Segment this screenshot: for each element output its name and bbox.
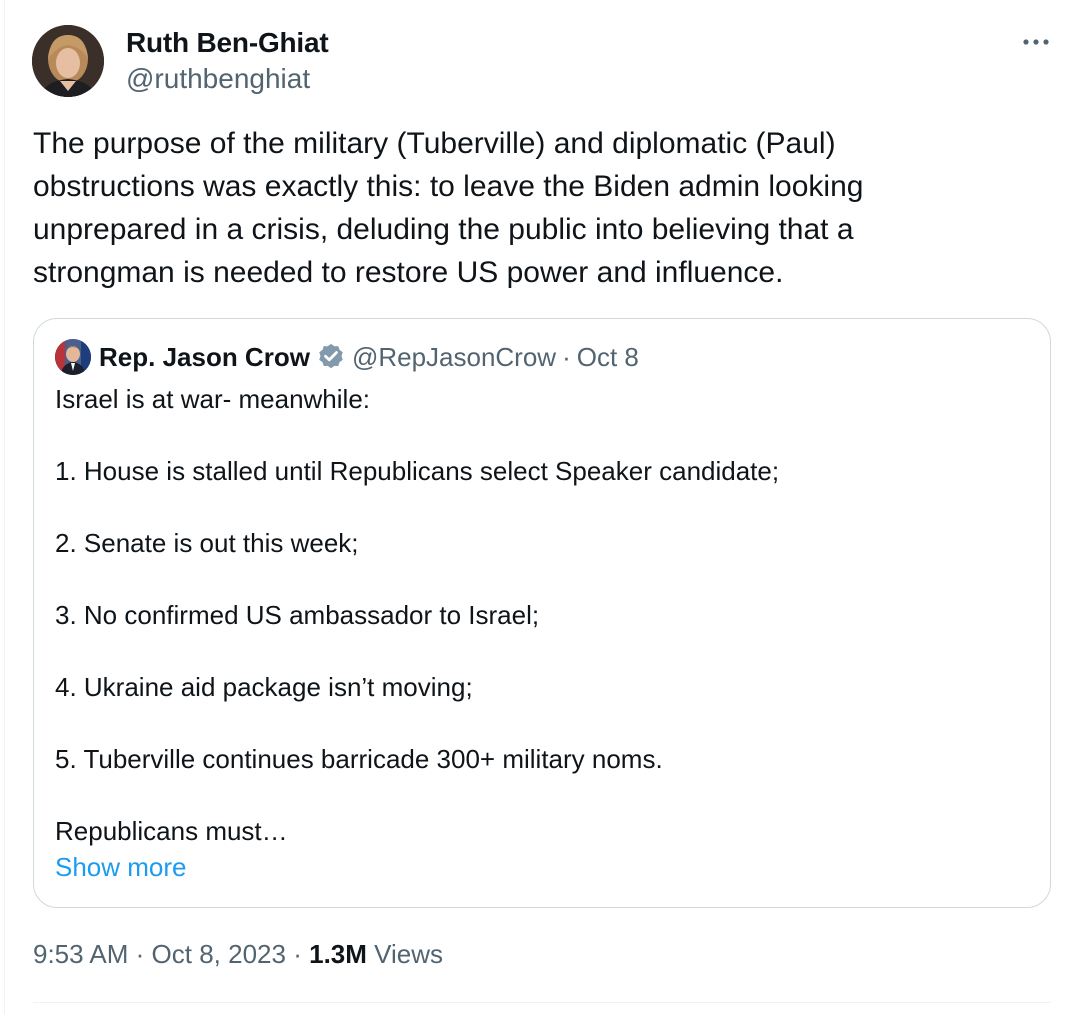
show-more-link[interactable]: Show more [55, 849, 187, 885]
meta-separator: · [135, 939, 145, 969]
quote-line: 5. Tuberville continues barricade 300+ m… [55, 744, 663, 774]
author-handle[interactable]: @ruthbenghiat [126, 62, 310, 96]
tweet-text: The purpose of the military (Tuberville)… [33, 122, 1033, 294]
quote-separator: · [562, 341, 571, 372]
views-label: Views [374, 939, 444, 969]
quote-header: Rep. Jason Crow @RepJasonCrow · Oct 8 [99, 339, 639, 375]
tweet-text-line: unprepared in a crisis, deluding the pub… [33, 213, 854, 246]
tweet-text-line: strongman is needed to restore US power … [33, 256, 784, 289]
tweet: Ruth Ben-Ghiat @ruthbenghiat The purpose… [0, 0, 1072, 1014]
quote-line: 1. House is stalled until Republicans se… [55, 456, 780, 486]
quote-author-handle[interactable]: @RepJasonCrow [352, 342, 556, 373]
tweet-time[interactable]: 9:53 AM [33, 939, 128, 969]
more-horizontal-icon[interactable] [1020, 30, 1052, 54]
quote-line: 3. No confirmed US ambassador to Israel; [55, 600, 540, 630]
author-name[interactable]: Ruth Ben-Ghiat [126, 26, 329, 60]
meta-separator: · [293, 939, 302, 969]
tweet-text-line: obstructions was exactly this: to leave … [33, 170, 864, 203]
quote-line: Republicans must… [55, 816, 288, 846]
quoted-tweet-card[interactable]: Rep. Jason Crow @RepJasonCrow · Oct 8 Is… [33, 318, 1051, 908]
quote-author-avatar-image [55, 339, 91, 375]
tweet-meta: 9:53 AM · Oct 8, 2023 · 1.3M Views [33, 936, 443, 972]
quote-line: Israel is at war- meanwhile: [55, 384, 370, 414]
tweet-date[interactable]: Oct 8, 2023 [152, 939, 286, 969]
views-count: 1.3M [309, 939, 367, 969]
author-avatar[interactable] [32, 25, 104, 97]
quote-line: 2. Senate is out this week; [55, 528, 359, 558]
divider [33, 1002, 1051, 1003]
verified-badge-icon [319, 343, 343, 369]
quote-author-avatar[interactable] [55, 339, 91, 375]
quote-date[interactable]: Oct 8 [577, 342, 639, 373]
tweet-text-line: The purpose of the military (Tuberville)… [33, 127, 836, 160]
author-avatar-image [32, 25, 104, 97]
quote-author-name[interactable]: Rep. Jason Crow [99, 342, 310, 373]
quote-line: 4. Ukraine aid package isn’t moving; [55, 672, 473, 702]
quote-body: Israel is at war- meanwhile: 1. House is… [55, 381, 1025, 849]
